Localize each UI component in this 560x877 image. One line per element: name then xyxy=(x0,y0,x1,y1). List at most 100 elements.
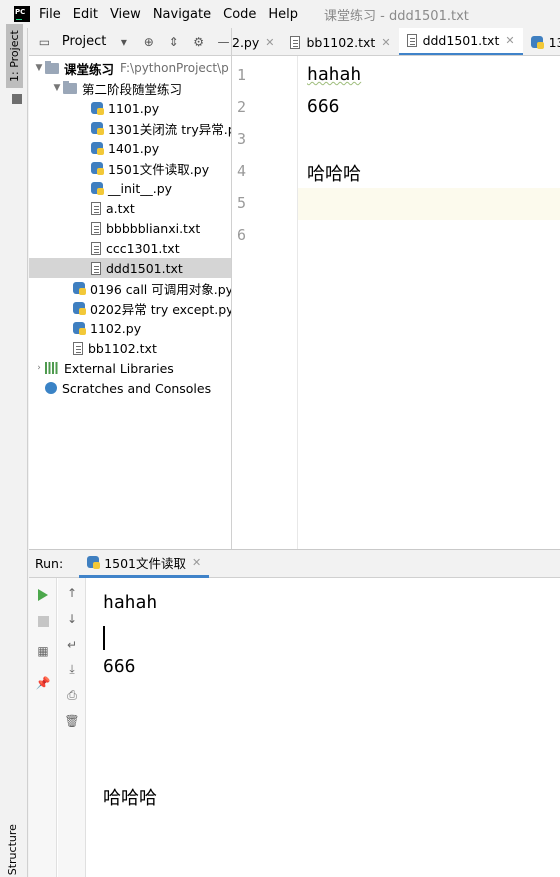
run-tab[interactable]: 1501文件读取 ✕ xyxy=(79,550,210,578)
chevron-down-icon[interactable]: ▾ xyxy=(116,34,131,50)
console-line: hahah xyxy=(103,592,158,613)
python-file-icon xyxy=(73,302,86,315)
gear-icon[interactable]: ⚙ xyxy=(191,34,206,50)
folder-icon xyxy=(45,60,59,74)
line-number: 1 xyxy=(236,66,246,84)
menu-view[interactable]: View xyxy=(110,7,141,22)
editor-tab[interactable]: 2.py ✕ xyxy=(232,28,282,55)
arrow-down-icon: ↓ xyxy=(66,612,78,626)
editor-tab[interactable]: 1301 xyxy=(523,28,560,55)
close-icon[interactable]: ✕ xyxy=(505,34,514,47)
print-button[interactable]: ⎙ xyxy=(65,688,79,702)
console-output[interactable]: hahah 666 哈哈哈 xyxy=(87,578,560,877)
tree-root[interactable]: ▼ 课堂练习 F:\pythonProject\p xyxy=(29,58,231,78)
tree-file[interactable]: 1102.py xyxy=(29,318,231,338)
tree-file[interactable]: 1301关闭流 try异常.py xyxy=(29,118,231,138)
scroll-to-end-button[interactable]: ⤓ xyxy=(65,662,79,676)
target-icon[interactable]: ⊕ xyxy=(141,34,156,50)
collapse-icon[interactable]: ⇕ xyxy=(166,34,181,50)
soft-wrap-icon: ↵ xyxy=(66,638,78,652)
line-number: 2 xyxy=(236,98,246,116)
chevron-down-icon[interactable]: ▼ xyxy=(33,63,45,73)
text-file-icon xyxy=(290,35,301,49)
file-name: 1102.py xyxy=(90,320,142,336)
tree-file[interactable]: ccc1301.txt xyxy=(29,238,231,258)
tree-file[interactable]: a.txt xyxy=(29,198,231,218)
editor-tab-bar: 2.py ✕ bb1102.txt ✕ ddd1501.txt ✕ 1301 xyxy=(232,28,560,56)
tree-file[interactable]: 1401.py xyxy=(29,138,231,158)
play-icon xyxy=(38,589,48,601)
menu-edit[interactable]: Edit xyxy=(73,7,98,22)
editor-body[interactable]: 1 2 3 4 5 6 hahah 666 哈哈哈 xyxy=(232,56,560,549)
structure-tool-tab[interactable]: Z: Structure xyxy=(6,824,19,877)
text-file-icon xyxy=(91,201,101,215)
scratches-and-consoles[interactable]: Scratches and Consoles xyxy=(29,378,231,398)
favorites-icon[interactable] xyxy=(12,94,22,104)
file-name: 1301关闭流 try异常.py xyxy=(108,121,231,137)
run-label: Run: xyxy=(35,556,64,571)
file-name: 1501文件读取.py xyxy=(108,161,210,177)
close-icon[interactable]: ✕ xyxy=(192,556,201,569)
tree-file[interactable]: ddd1501.txt xyxy=(29,258,231,278)
console-line: 666 xyxy=(103,656,136,677)
project-panel: ▭ Project ▾ ⊕ ⇕ ⚙ — ▼ 课堂练习 F:\pythonProj… xyxy=(29,28,231,549)
stop-button[interactable] xyxy=(36,614,50,628)
project-tree: ▼ 课堂练习 F:\pythonProject\p ▼ 第二阶段随堂练习 110… xyxy=(29,56,231,398)
tree-file[interactable]: bbbbblianxi.txt xyxy=(29,218,231,238)
library-icon xyxy=(45,362,59,374)
code-line: 哈哈哈 xyxy=(307,160,361,186)
file-name: ddd1501.txt xyxy=(106,260,183,276)
python-file-icon xyxy=(91,162,104,175)
tree-file[interactable]: 0202异常 try except.py xyxy=(29,298,231,318)
close-icon[interactable]: ✕ xyxy=(381,36,390,49)
external-libraries[interactable]: › External Libraries xyxy=(29,358,231,378)
tree-file[interactable]: bb1102.txt xyxy=(29,338,231,358)
folder-icon xyxy=(63,80,77,94)
tree-file[interactable]: __init__.py xyxy=(29,178,231,198)
python-file-icon xyxy=(91,102,104,115)
tree-file[interactable]: 0196 call 可调用对象.py xyxy=(29,278,231,298)
python-file-icon xyxy=(87,556,101,569)
chevron-down-icon[interactable]: ▼ xyxy=(51,83,63,93)
console-line: 哈哈哈 xyxy=(103,788,157,809)
python-file-icon xyxy=(91,142,104,155)
line-number: 4 xyxy=(236,162,246,180)
layout-button[interactable]: ▦ xyxy=(36,644,50,658)
run-toolbar-primary: ▦ 📌 xyxy=(29,578,57,877)
code-line: hahah xyxy=(307,64,361,85)
stop-icon xyxy=(37,615,49,627)
tree-file[interactable]: 1501文件读取.py xyxy=(29,158,231,178)
menu-navigate[interactable]: Navigate xyxy=(153,7,211,22)
close-icon[interactable]: ✕ xyxy=(265,36,274,49)
menu-help[interactable]: Help xyxy=(268,7,298,22)
code-line-text: 666 xyxy=(307,96,340,117)
file-name: __init__.py xyxy=(108,180,173,196)
chevron-right-icon[interactable]: › xyxy=(33,363,45,373)
minimize-icon[interactable]: — xyxy=(216,34,231,50)
scroll-down-button[interactable]: ↓ xyxy=(65,612,79,626)
rerun-button[interactable] xyxy=(36,588,50,602)
project-tool-tab[interactable]: 1: Project xyxy=(6,24,23,88)
soft-wrap-button[interactable]: ↵ xyxy=(65,638,79,652)
editor-tab[interactable]: ddd1501.txt ✕ xyxy=(398,28,523,55)
clear-button[interactable]: 🗑 xyxy=(64,714,79,728)
run-tab-label: 1501文件读取 xyxy=(104,555,186,571)
editor-tab[interactable]: bb1102.txt ✕ xyxy=(282,28,398,55)
pin-icon: 📌 xyxy=(35,676,51,690)
tree-file[interactable]: 1101.py xyxy=(29,98,231,118)
python-file-icon xyxy=(73,282,86,295)
file-name: 0196 call 可调用对象.py xyxy=(90,281,231,297)
menu-code[interactable]: Code xyxy=(223,7,256,22)
pin-button[interactable]: 📌 xyxy=(35,676,51,690)
menu-file[interactable]: File xyxy=(39,7,61,22)
arrow-up-icon: ↑ xyxy=(66,586,78,600)
project-view-dropdown[interactable]: Project xyxy=(62,34,106,49)
python-file-icon xyxy=(91,182,104,195)
text-file-icon xyxy=(73,341,83,355)
scroll-up-button[interactable]: ↑ xyxy=(65,586,79,600)
file-name: a.txt xyxy=(106,200,135,216)
file-name: ccc1301.txt xyxy=(106,240,180,256)
code-text[interactable]: hahah 666 哈哈哈 xyxy=(299,56,560,549)
tree-folder[interactable]: ▼ 第二阶段随堂练习 xyxy=(29,78,231,98)
project-view-icon: ▭ xyxy=(38,34,51,49)
